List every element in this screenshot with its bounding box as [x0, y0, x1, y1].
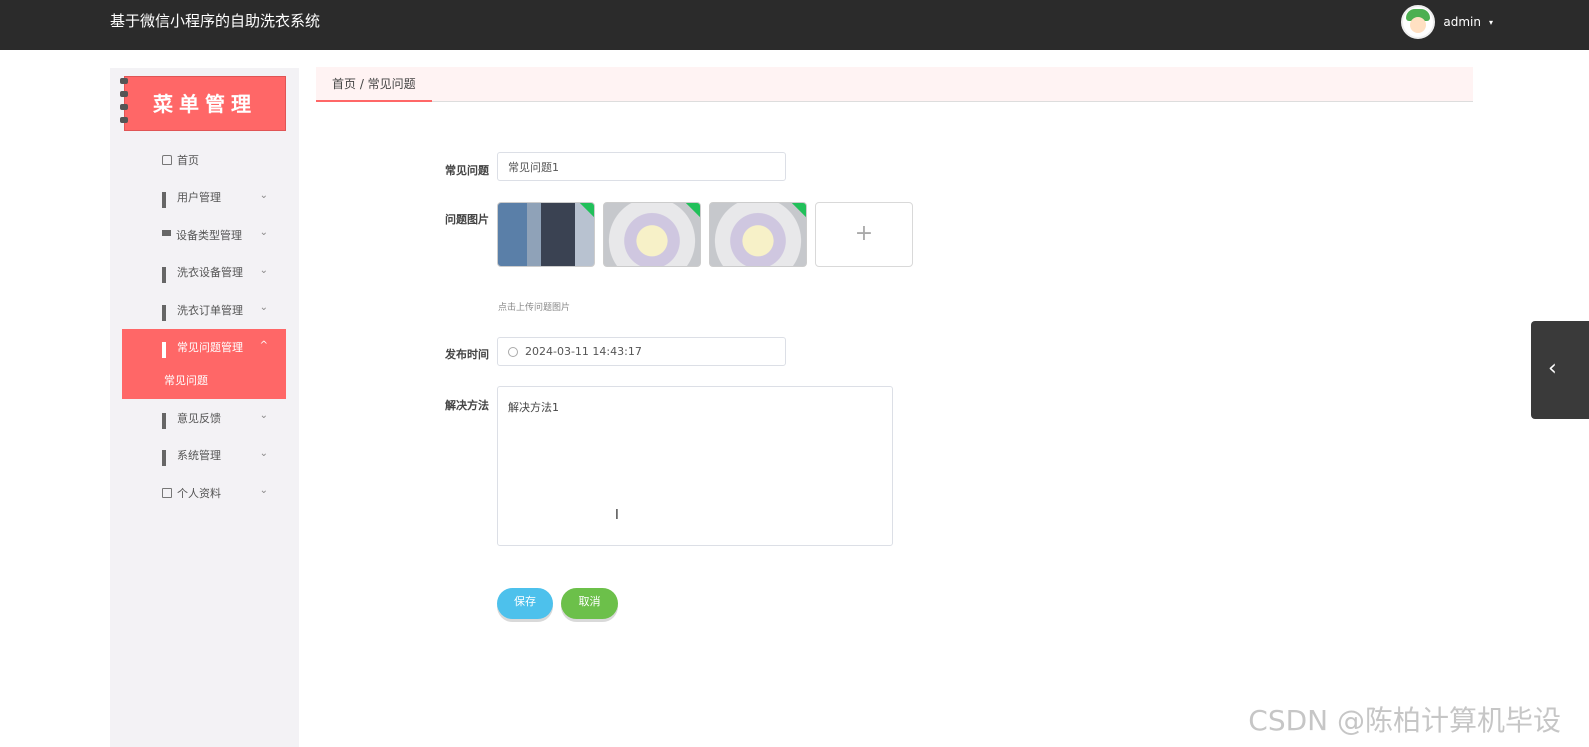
- cancel-button[interactable]: 取消: [561, 588, 618, 619]
- sidebar-item-profile[interactable]: 个人资料 ⌄: [122, 474, 286, 512]
- chevron-left-icon: ‹: [1548, 356, 1557, 381]
- sidebar-item-label: 用户管理: [177, 191, 221, 205]
- sidebar-item-orders[interactable]: 洗衣订单管理 ⌄: [122, 291, 286, 329]
- app-title: 基于微信小程序的自助洗衣系统: [110, 12, 321, 30]
- sidebar-item-users[interactable]: 用户管理 ⌄: [122, 179, 286, 217]
- sidebar-item-label: 意见反馈: [177, 411, 221, 425]
- question-label: 常见问题: [445, 164, 489, 177]
- uploaded-image-1[interactable]: [497, 202, 595, 267]
- chevron-down-icon: ⌄: [259, 189, 268, 201]
- card-icon: [162, 487, 172, 498]
- chevron-up-icon: ^: [259, 339, 268, 351]
- grid-icon: [162, 450, 172, 467]
- images-label: 问题图片: [445, 213, 489, 226]
- uploaded-image-2[interactable]: [603, 202, 701, 267]
- sidebar-item-faq-management[interactable]: 常见问题管理 ^: [122, 328, 286, 366]
- grid-icon: [162, 267, 172, 284]
- text-cursor-icon: I: [615, 508, 619, 523]
- sidebar-subitem-faq[interactable]: 常见问题: [122, 366, 286, 399]
- sidebar-item-devices[interactable]: 洗衣设备管理 ⌄: [122, 254, 286, 292]
- chevron-down-icon: ⌄: [259, 447, 268, 459]
- grid-icon: [162, 412, 172, 429]
- upload-hint: 点击上传问题图片: [498, 303, 571, 313]
- publish-time-picker[interactable]: 2024-03-11 14:43:17: [497, 337, 786, 366]
- sidebar-item-label: 系统管理: [177, 449, 221, 463]
- menu-banner: 菜单管理: [124, 76, 286, 131]
- sidebar-item-label: 个人资料: [177, 486, 221, 500]
- breadcrumb[interactable]: 首页 / 常见问题: [316, 67, 432, 102]
- chevron-down-icon: ⌄: [259, 264, 268, 276]
- uploaded-image-3[interactable]: [709, 202, 807, 267]
- save-button[interactable]: 保存: [497, 588, 553, 619]
- monitor-icon: [162, 230, 171, 239]
- clock-icon: [508, 346, 518, 357]
- username[interactable]: admin: [1443, 15, 1481, 29]
- watermark: CSDN @陈柏计算机毕设: [1248, 704, 1561, 737]
- sidebar-item-label: 首页: [177, 153, 199, 167]
- sidebar-item-system[interactable]: 系统管理 ⌄: [122, 437, 286, 475]
- chevron-down-icon: ⌄: [259, 227, 268, 238]
- avatar[interactable]: [1401, 5, 1436, 39]
- sidebar-item-label: 洗衣设备管理: [177, 266, 243, 280]
- grid-icon: [162, 192, 172, 209]
- chevron-down-icon: ⌄: [259, 410, 268, 421]
- publish-time-label: 发布时间: [445, 348, 489, 361]
- upload-image-button[interactable]: +: [815, 202, 913, 267]
- notebook-rings-icon: [120, 78, 128, 130]
- breadcrumb-bar: 首页 / 常见问题: [316, 67, 1473, 102]
- chevron-down-icon: ⌄: [259, 485, 268, 496]
- grid-icon: [162, 304, 172, 321]
- caret-down-icon[interactable]: ▾: [1489, 18, 1493, 27]
- solution-label: 解决方法: [445, 399, 489, 412]
- sidebar-item-label: 设备类型管理: [176, 228, 242, 242]
- sidebar: 菜单管理 首页 用户管理 ⌄ 设备类型管理 ⌄ 洗衣设备管理 ⌄ 洗衣订单管理 …: [110, 68, 299, 747]
- sidebar-item-feedback[interactable]: 意见反馈 ⌄: [122, 399, 286, 437]
- user-menu[interactable]: admin ▾: [1401, 5, 1493, 39]
- chevron-down-icon: ⌄: [259, 302, 268, 313]
- sidebar-item-label: 洗衣订单管理: [177, 303, 243, 317]
- home-icon: [162, 154, 172, 165]
- grid-icon: [162, 342, 172, 359]
- question-input[interactable]: 常见问题1: [497, 152, 786, 181]
- sidebar-menu: 首页 用户管理 ⌄ 设备类型管理 ⌄ 洗衣设备管理 ⌄ 洗衣订单管理 ⌄ 常见问…: [122, 141, 286, 512]
- sidebar-item-device-types[interactable]: 设备类型管理 ⌄: [122, 216, 286, 254]
- publish-time-value: 2024-03-11 14:43:17: [525, 345, 642, 358]
- sidebar-item-home[interactable]: 首页: [122, 141, 286, 179]
- sidebar-item-label: 常见问题管理: [177, 341, 243, 355]
- top-navbar: 基于微信小程序的自助洗衣系统 admin ▾: [0, 0, 1589, 50]
- solution-textarea[interactable]: 解决方法1: [497, 386, 893, 546]
- collapse-panel-toggle[interactable]: ‹: [1531, 321, 1589, 419]
